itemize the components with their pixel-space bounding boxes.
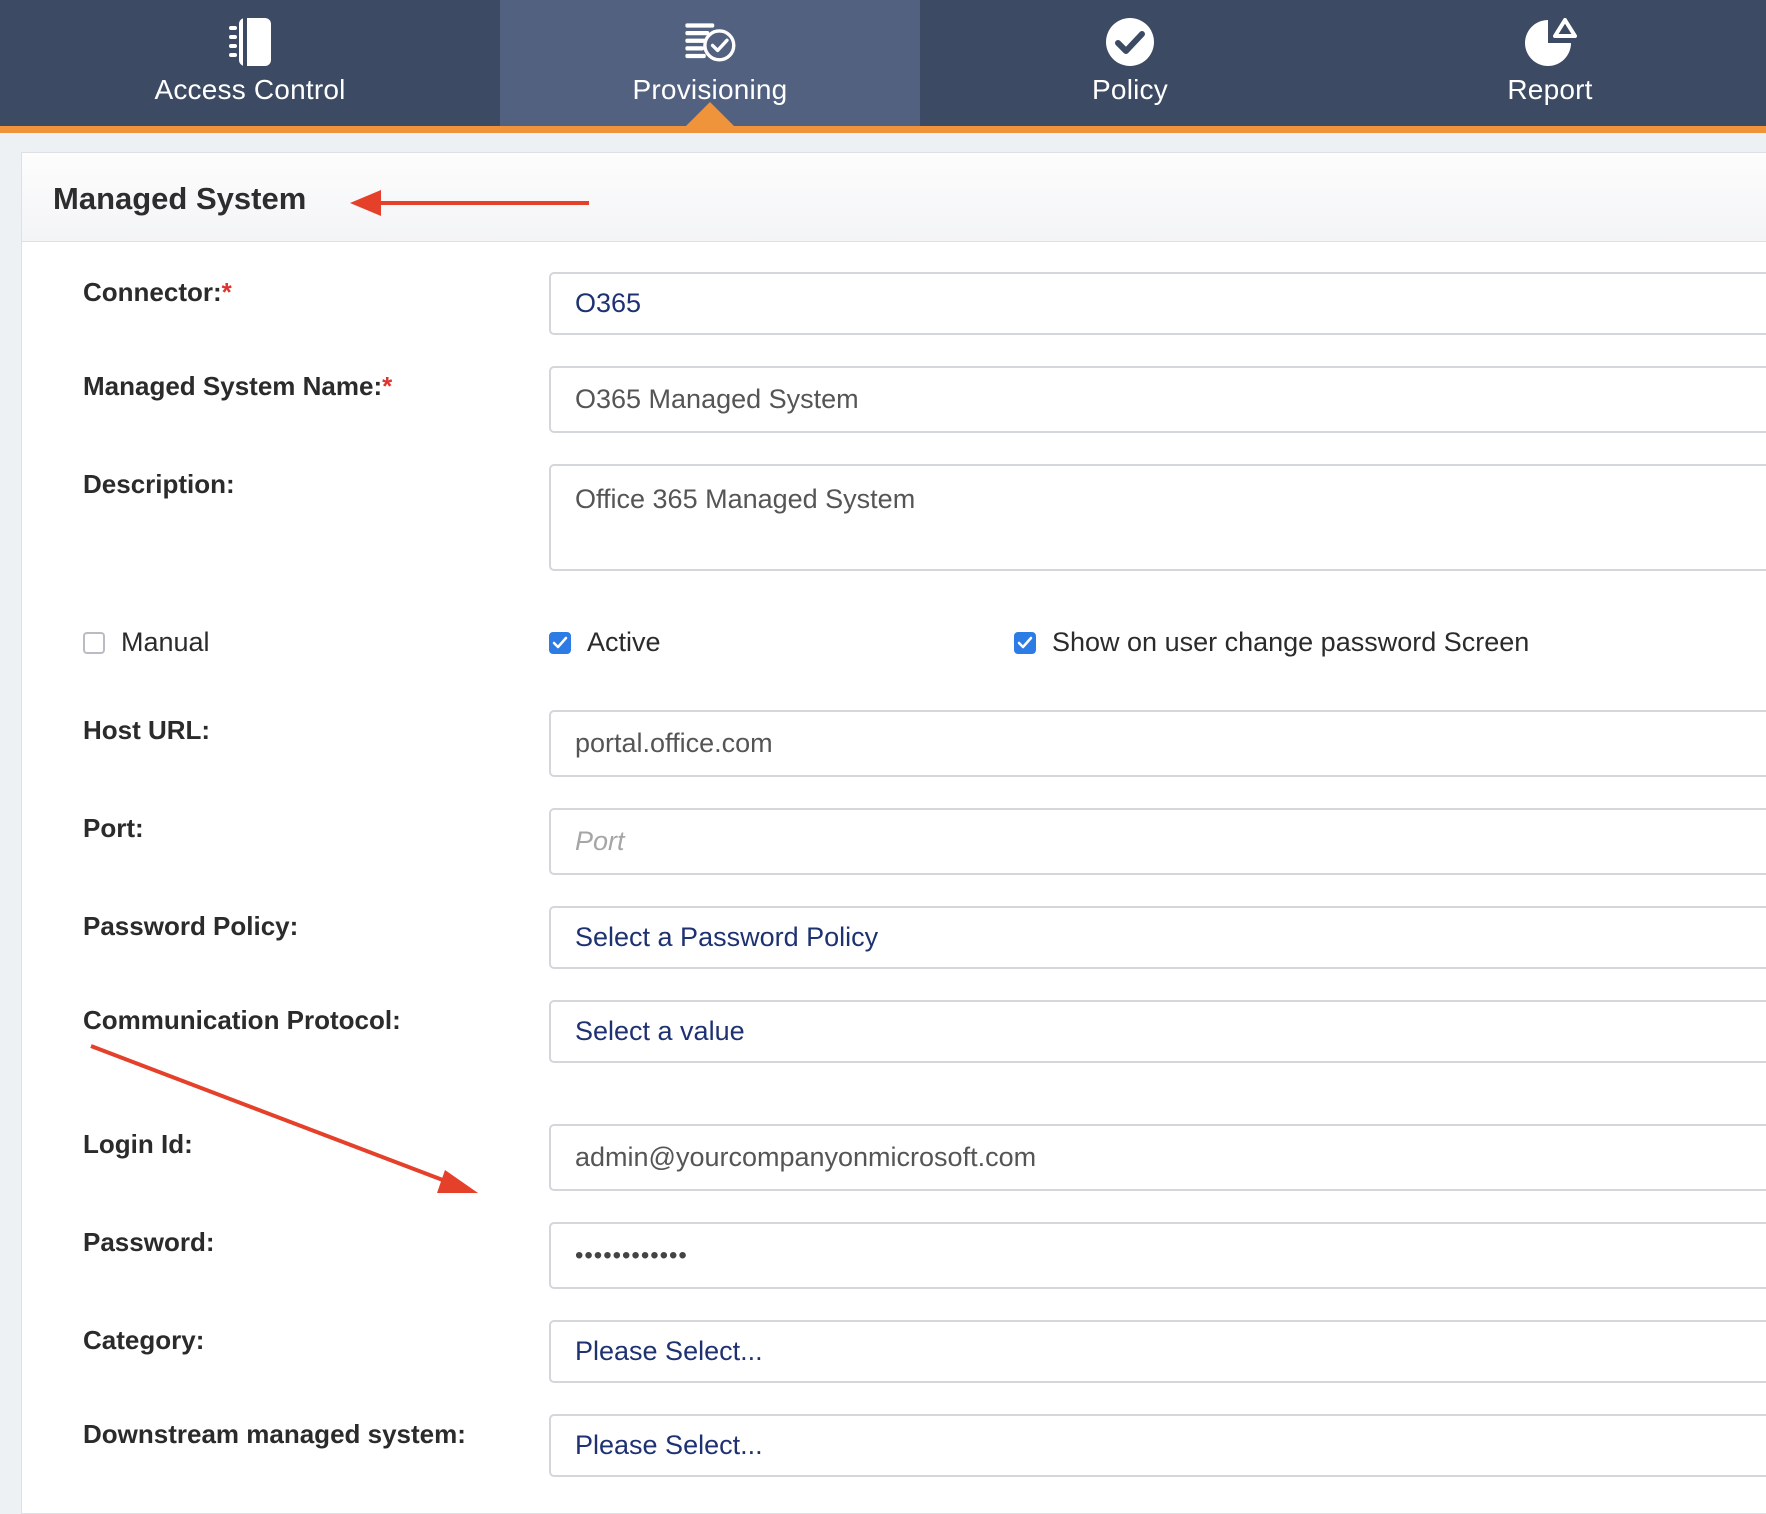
tab-label: Policy — [1092, 74, 1168, 105]
downstream-managed-system-value: Please Select... — [575, 1430, 763, 1460]
host-url-value: portal.office.com — [575, 728, 773, 758]
tab-policy[interactable]: Policy — [920, 0, 1340, 126]
manual-checkbox-row[interactable]: Manual — [83, 627, 210, 658]
tab-access-control[interactable]: Access Control — [0, 0, 500, 126]
tab-label: Access Control — [154, 74, 346, 105]
downstream-managed-system-select[interactable]: Please Select... — [549, 1414, 1766, 1477]
login-id-value: admin@yourcompanyonmicrosoft.com — [575, 1142, 1037, 1172]
category-select[interactable]: Please Select... — [549, 1320, 1766, 1383]
host-url-input[interactable]: portal.office.com — [549, 710, 1766, 777]
managed-system-panel: Managed System Connector:* O365 Managed … — [21, 152, 1766, 1514]
communication-protocol-select[interactable]: Select a value — [549, 1000, 1766, 1063]
category-label: Category: — [83, 1325, 205, 1355]
tab-provisioning[interactable]: Provisioning — [500, 0, 920, 126]
checkmark-icon — [552, 636, 568, 648]
communication-protocol-label: Communication Protocol: — [83, 1005, 401, 1035]
top-navigation: Access Control Provisioning Policy Repor… — [0, 0, 1766, 133]
show-on-change-password-label: Show on user change password Screen — [1052, 627, 1530, 657]
connector-label: Connector:* — [83, 277, 232, 307]
active-tab-indicator — [686, 102, 734, 126]
checkmark-circle-icon — [1102, 14, 1158, 70]
category-value: Please Select... — [575, 1336, 763, 1366]
password-value: •••••••••••• — [575, 1241, 688, 1269]
required-marker: * — [382, 371, 393, 401]
notebook-icon — [222, 14, 278, 70]
password-policy-value: Select a Password Policy — [575, 922, 879, 952]
active-checkbox-row[interactable]: Active — [549, 627, 661, 658]
host-url-label: Host URL: — [83, 715, 211, 745]
port-placeholder: Port — [575, 826, 625, 856]
port-label: Port: — [83, 813, 144, 843]
active-checkbox-label: Active — [587, 627, 661, 657]
managed-system-name-label: Managed System Name:* — [83, 371, 393, 401]
password-input[interactable]: •••••••••••• — [549, 1222, 1766, 1289]
tab-report[interactable]: Report — [1340, 0, 1760, 126]
show-on-change-password-checkbox[interactable] — [1014, 631, 1036, 654]
managed-system-name-input[interactable]: O365 Managed System — [549, 366, 1766, 433]
show-on-change-password-checkbox-row[interactable]: Show on user change password Screen — [1014, 627, 1529, 658]
manual-checkbox[interactable] — [83, 631, 105, 654]
downstream-managed-system-label: Downstream managed system: — [83, 1419, 466, 1449]
login-id-label: Login Id: — [83, 1129, 193, 1159]
managed-system-name-value: O365 Managed System — [575, 384, 859, 414]
active-checkbox[interactable] — [549, 631, 571, 654]
login-id-input[interactable]: admin@yourcompanyonmicrosoft.com — [549, 1124, 1766, 1191]
connector-value: O365 — [575, 288, 642, 318]
checkmark-icon — [1017, 636, 1033, 648]
page-title: Managed System — [53, 181, 307, 216]
panel-header: Managed System — [22, 153, 1766, 242]
provisioning-list-icon — [682, 14, 738, 70]
password-policy-select[interactable]: Select a Password Policy — [549, 906, 1766, 969]
communication-protocol-value: Select a value — [575, 1016, 745, 1046]
tab-label: Report — [1507, 74, 1593, 105]
description-label: Description: — [83, 469, 235, 499]
port-input[interactable]: Port — [549, 808, 1766, 875]
pie-chart-icon — [1522, 14, 1578, 70]
description-textarea[interactable]: Office 365 Managed System — [549, 464, 1766, 571]
description-value: Office 365 Managed System — [575, 484, 916, 514]
password-policy-label: Password Policy: — [83, 911, 299, 941]
required-marker: * — [221, 277, 232, 307]
connector-select[interactable]: O365 — [549, 272, 1766, 335]
password-label: Password: — [83, 1227, 215, 1257]
manual-checkbox-label: Manual — [121, 627, 210, 657]
